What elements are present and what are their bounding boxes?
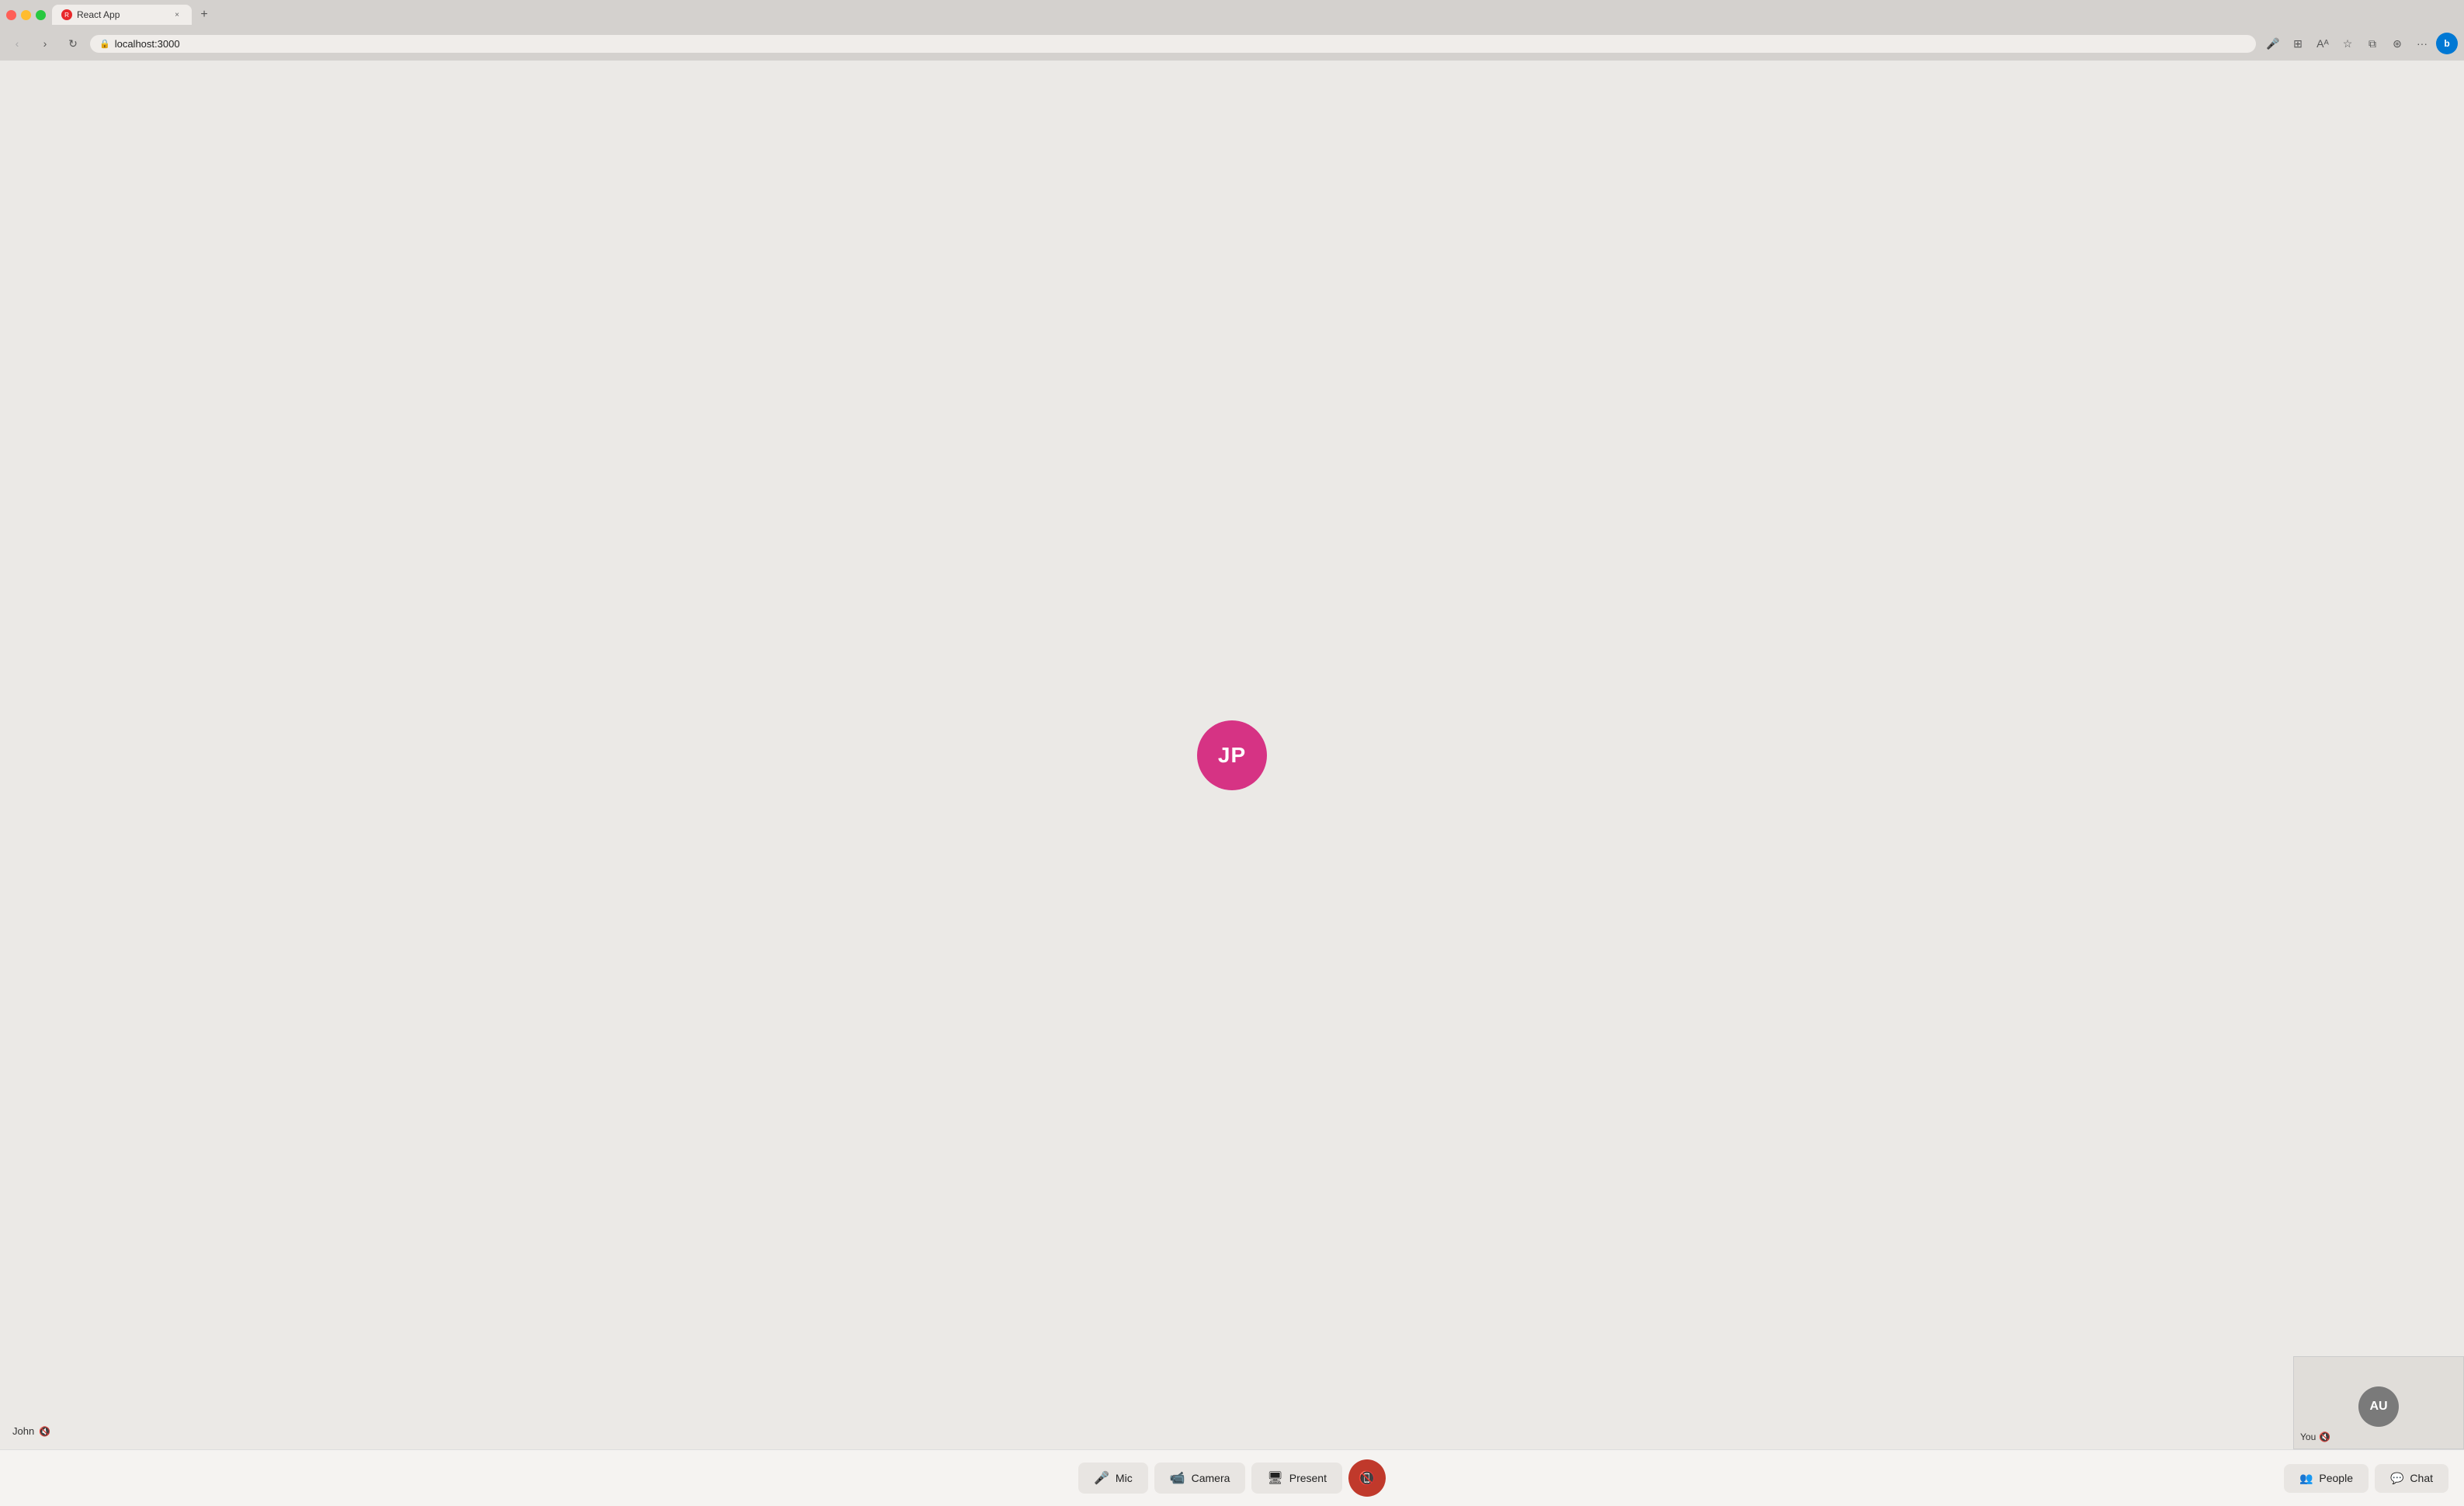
extensions-icon[interactable]: ⊛ — [2386, 33, 2408, 54]
new-tab-button[interactable]: + — [195, 5, 213, 24]
more-options-icon[interactable]: ··· — [2411, 33, 2433, 54]
camera-label: Camera — [1192, 1472, 1230, 1484]
mic-button[interactable]: 🎤 Mic — [1078, 1463, 1148, 1494]
video-area: JP John 🔇 AU You 🔇 — [0, 61, 2464, 1449]
close-window-button[interactable] — [6, 10, 16, 20]
address-bar-row: ‹ › ↻ 🔒 localhost:3000 🎤 ⊞ Aᴬ ☆ ⧉ ⊛ ··· … — [6, 29, 2458, 61]
chat-label: Chat — [2410, 1472, 2433, 1484]
refresh-button[interactable]: ↻ — [62, 33, 84, 54]
self-initials: AU — [2369, 1400, 2387, 1414]
participant-muted-icon: 🔇 — [39, 1426, 50, 1437]
browser-chrome: R React App × + ‹ › ↻ 🔒 localhost:3000 🎤… — [0, 0, 2464, 61]
tab-favicon: R — [61, 9, 72, 20]
microphone-browser-icon[interactable]: 🎤 — [2262, 33, 2284, 54]
present-label: Present — [1289, 1472, 1327, 1484]
people-label: People — [2319, 1472, 2353, 1484]
present-icon: 🖥 — [1267, 1470, 1282, 1486]
people-button[interactable]: 👥 People — [2284, 1464, 2369, 1493]
back-button[interactable]: ‹ — [6, 33, 28, 54]
camera-icon: 📹 — [1170, 1470, 1185, 1486]
browser-toolbar-icons: 🎤 ⊞ Aᴬ ☆ ⧉ ⊛ ··· b — [2262, 33, 2458, 54]
self-view-panel: AU You 🔇 — [2293, 1356, 2464, 1449]
window-controls — [6, 10, 46, 20]
forward-button[interactable]: › — [34, 33, 56, 54]
bottom-toolbar: 🎤 Mic 📹 Camera 🖥 Present 📵 👥 People 💬 Ch… — [0, 1449, 2464, 1506]
minimize-window-button[interactable] — [21, 10, 31, 20]
split-view-icon[interactable]: ⧉ — [2362, 33, 2383, 54]
main-participant-initials: JP — [1218, 743, 1246, 768]
main-content: JP John 🔇 AU You 🔇 — [0, 61, 2464, 1449]
mic-icon: 🎤 — [1094, 1470, 1109, 1486]
right-toolbar: 👥 People 💬 Chat — [2284, 1464, 2448, 1493]
people-icon: 👥 — [2299, 1472, 2313, 1485]
chat-icon: 💬 — [2390, 1472, 2403, 1485]
self-muted-icon: 🔇 — [2319, 1431, 2330, 1442]
camera-button[interactable]: 📹 Camera — [1154, 1463, 1246, 1494]
self-avatar: AU — [2358, 1386, 2399, 1427]
mic-label: Mic — [1116, 1472, 1133, 1484]
lock-icon: 🔒 — [99, 39, 110, 49]
chat-button[interactable]: 💬 Chat — [2375, 1464, 2448, 1493]
tab-title: React App — [77, 9, 167, 20]
self-label: You 🔇 — [2300, 1431, 2330, 1442]
maximize-window-button[interactable] — [36, 10, 46, 20]
end-call-button[interactable]: 📵 — [1348, 1459, 1386, 1497]
main-participant-avatar: JP — [1197, 720, 1267, 790]
favorites-icon[interactable]: ☆ — [2337, 33, 2358, 54]
browser-tab[interactable]: R React App × — [52, 5, 192, 25]
tab-bar: R React App × + — [52, 5, 213, 25]
participant-label: John 🔇 — [12, 1425, 50, 1437]
bing-button[interactable]: b — [2436, 33, 2458, 54]
title-bar: R React App × + — [6, 5, 2458, 29]
end-call-icon: 📵 — [1359, 1470, 1376, 1487]
participant-name: John — [12, 1425, 34, 1437]
url-text: localhost:3000 — [115, 38, 2247, 50]
present-button[interactable]: 🖥 Present — [1251, 1463, 1342, 1494]
tab-close-button[interactable]: × — [172, 9, 182, 20]
reader-icon[interactable]: Aᴬ — [2312, 33, 2334, 54]
grid-icon[interactable]: ⊞ — [2287, 33, 2309, 54]
self-name: You — [2300, 1431, 2316, 1442]
address-bar[interactable]: 🔒 localhost:3000 — [90, 35, 2256, 53]
